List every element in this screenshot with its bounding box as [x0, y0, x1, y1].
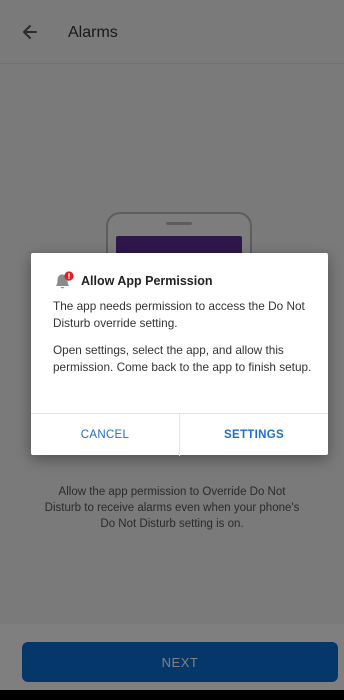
dialog-body: The app needs permission to access the D…: [53, 298, 315, 386]
dialog-message-2: Open settings, select the app, and allow…: [53, 343, 312, 374]
bell-alert-icon: [56, 271, 74, 289]
dialog-actions: CANCEL SETTINGS: [31, 413, 328, 456]
dialog-message-1: The app needs permission to access the D…: [53, 299, 305, 330]
settings-button[interactable]: SETTINGS: [179, 414, 328, 456]
permission-dialog: Allow App Permission The app needs permi…: [31, 253, 328, 456]
dialog-title: Allow App Permission: [81, 274, 213, 288]
cancel-button[interactable]: CANCEL: [31, 414, 179, 456]
alarms-screen: Alarms Allow the app permission to Overr…: [0, 0, 344, 700]
system-nav-bar: [0, 690, 344, 700]
dialog-header: Allow App Permission: [53, 271, 213, 291]
